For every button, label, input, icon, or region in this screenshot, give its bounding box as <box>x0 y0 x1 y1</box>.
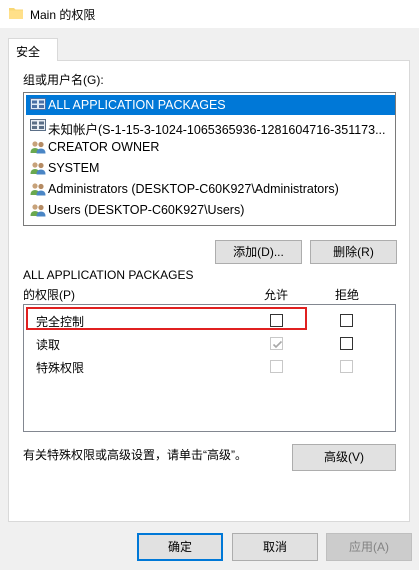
remove-button[interactable]: 删除(R) <box>310 240 397 264</box>
list-item[interactable]: Users (DESKTOP-C60K927\Users) <box>26 200 395 220</box>
allow-full-control-checkbox[interactable] <box>270 314 283 327</box>
deny-special-checkbox <box>340 360 353 373</box>
list-item-label: Administrators (DESKTOP-C60K927\Administ… <box>48 182 339 196</box>
allow-special-checkbox <box>270 360 283 373</box>
list-item-label: 未知帐户(S-1-15-3-1024-1065365936-1281604716… <box>48 123 386 136</box>
groups-listbox[interactable]: ALL APPLICATION PACKAGES 未知帐户(S-1-15-3-1… <box>23 92 396 226</box>
list-item[interactable]: CREATOR OWNER <box>26 137 395 157</box>
users-group-icon <box>30 183 46 196</box>
permission-name-special: 特殊权限 <box>36 361 85 375</box>
app-packages-icon <box>30 98 46 110</box>
apply-button[interactable]: 应用(A) <box>326 533 412 561</box>
list-item[interactable]: ALL APPLICATION PACKAGES <box>26 95 395 115</box>
deny-read-checkbox[interactable] <box>340 337 353 350</box>
groups-label: 组或用户名(G): <box>23 73 104 87</box>
allow-column-header: 允许 <box>264 288 289 302</box>
tab-security[interactable]: 安全 <box>8 38 58 61</box>
users-group-icon <box>30 204 46 217</box>
deny-column-header: 拒绝 <box>335 288 360 302</box>
advanced-button[interactable]: 高级(V) <box>292 444 396 471</box>
checkmark-icon <box>272 340 283 349</box>
permission-name-read: 读取 <box>36 338 61 352</box>
add-button[interactable]: 添加(D)... <box>215 240 302 264</box>
list-item[interactable]: SYSTEM <box>26 158 395 178</box>
cancel-button[interactable]: 取消 <box>232 533 318 561</box>
title-bar: Main 的权限 <box>0 0 419 28</box>
permissions-for-label: ALL APPLICATION PACKAGES <box>23 268 194 282</box>
allow-read-checkbox <box>270 337 283 350</box>
permission-name-full-control: 完全控制 <box>36 315 85 329</box>
users-group-icon <box>30 162 46 175</box>
users-group-icon <box>30 141 46 154</box>
advanced-hint: 有关特殊权限或高级设置，请单击“高级”。 <box>23 448 247 462</box>
window-title: Main 的权限 <box>30 8 96 22</box>
list-item-label: CREATOR OWNER <box>48 140 160 154</box>
unknown-account-icon <box>30 119 46 131</box>
list-item[interactable]: 未知帐户(S-1-15-3-1024-1065365936-1281604716… <box>26 116 395 136</box>
list-item[interactable]: Administrators (DESKTOP-C60K927\Administ… <box>26 179 395 199</box>
ok-button[interactable]: 确定 <box>137 533 223 561</box>
deny-full-control-checkbox[interactable] <box>340 314 353 327</box>
list-item-label: Users (DESKTOP-C60K927\Users) <box>48 203 245 217</box>
permissions-title-label: 的权限(P) <box>23 288 75 302</box>
tab-security-label: 安全 <box>16 45 41 59</box>
folder-icon <box>9 8 23 19</box>
list-item-label: SYSTEM <box>48 161 100 175</box>
list-item-label: ALL APPLICATION PACKAGES <box>48 98 226 112</box>
